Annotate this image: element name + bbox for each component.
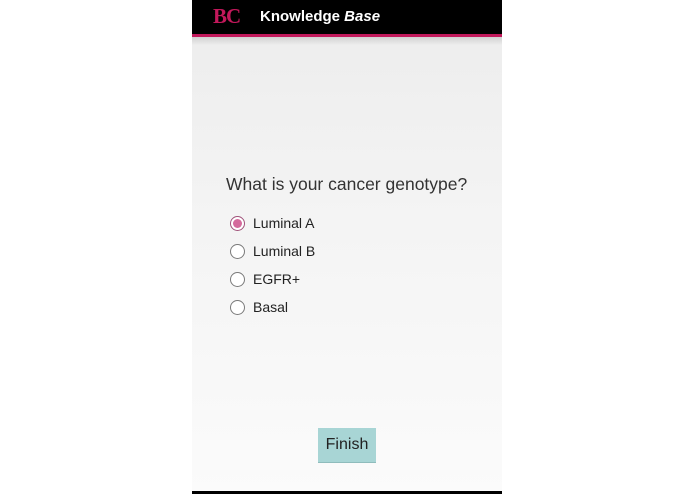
radio-button-selected[interactable]	[230, 215, 245, 231]
app-title-italic: Base	[344, 8, 381, 25]
app-screen: BC Knowledge Base What is your cancer ge…	[192, 0, 502, 494]
app-title-plain: Knowledge	[260, 8, 345, 25]
app-logo: BC	[213, 4, 241, 28]
radio-option-egfr[interactable]: EGFR+	[230, 269, 300, 289]
radio-label: Basal	[253, 299, 289, 315]
app-bar-shadow	[192, 37, 502, 45]
finish-button[interactable]: Finish	[318, 428, 376, 463]
radio-button[interactable]	[230, 271, 245, 287]
radio-button[interactable]	[230, 243, 245, 259]
radio-option-luminal-a[interactable]: Luminal A	[230, 213, 314, 233]
radio-option-basal[interactable]: Basal	[230, 297, 288, 317]
radio-label: Luminal B	[253, 243, 316, 259]
app-bar: BC Knowledge Base	[192, 0, 502, 37]
radio-label: Luminal A	[253, 215, 315, 231]
radio-button[interactable]	[230, 299, 245, 315]
radio-label: EGFR+	[253, 271, 301, 287]
radio-option-luminal-b[interactable]: Luminal B	[230, 241, 315, 261]
app-title: Knowledge Base	[260, 8, 380, 26]
question-text: What is your cancer genotype?	[226, 174, 468, 194]
